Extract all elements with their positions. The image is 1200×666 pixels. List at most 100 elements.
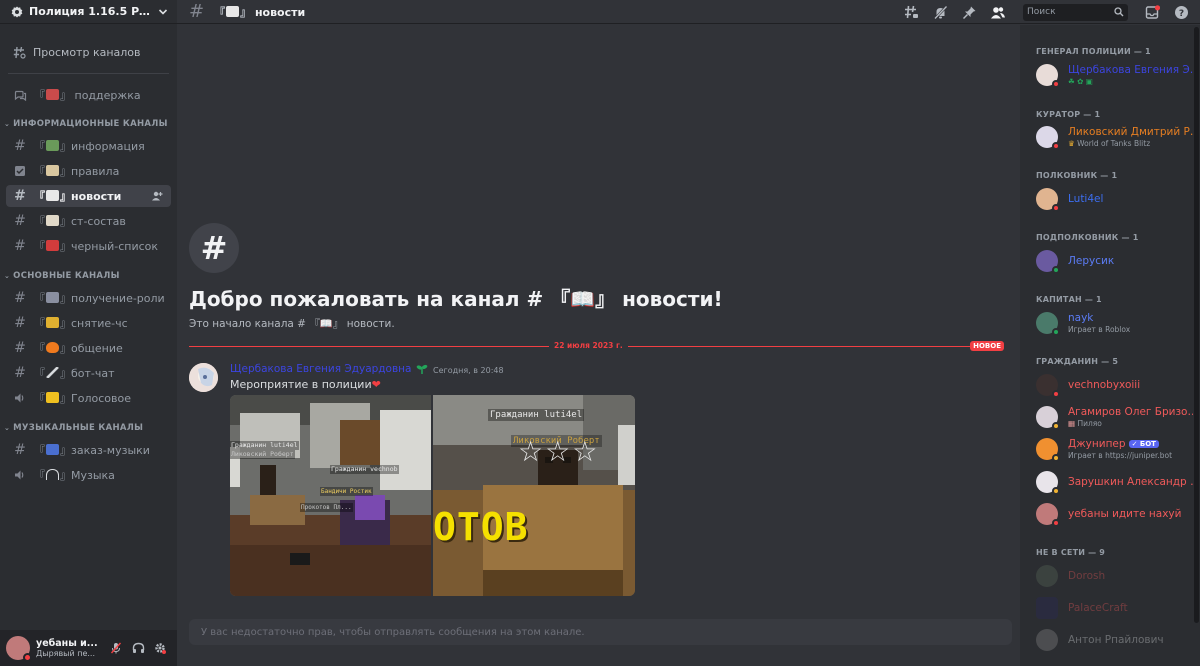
- deafen-button[interactable]: [127, 637, 149, 659]
- threads-icon: [904, 5, 918, 18]
- browse-channels-button[interactable]: Просмотр каналов: [6, 41, 171, 63]
- music-note-emoji-icon: [46, 444, 59, 455]
- avatar: [1036, 188, 1060, 212]
- date-label: 22 июля 2023 г.: [549, 341, 628, 350]
- channel-info[interactable]: # 『』информация: [6, 135, 171, 157]
- channel-label: новости: [71, 190, 122, 203]
- threads-button[interactable]: [898, 0, 924, 24]
- member-item[interactable]: nayk Играет в Roblox: [1036, 311, 1196, 336]
- member-list-scrollbar[interactable]: [1193, 25, 1200, 666]
- member-item[interactable]: Антон Рпайлович: [1036, 628, 1196, 652]
- member-item[interactable]: vechnobyxoiii: [1036, 373, 1196, 398]
- channel-chat[interactable]: # 『』общение: [6, 337, 171, 359]
- role-header: КУРАТОР — 1: [1036, 110, 1101, 119]
- avatar: [1036, 565, 1058, 587]
- custom-status-icons: ☘ ✿ ▣: [1068, 77, 1093, 86]
- avatar: [1036, 597, 1058, 619]
- channel-music-voice[interactable]: 『』Музыка: [6, 464, 171, 486]
- image-attachment[interactable]: Гражданин luti4el Ликовский Роберт Гражд…: [230, 395, 431, 596]
- hashtag-icon: #: [189, 223, 239, 273]
- help-button[interactable]: ?: [1168, 0, 1194, 24]
- avatar: [1036, 250, 1060, 274]
- server-header[interactable]: Полиция 1.16.5 Palac...: [0, 0, 177, 24]
- member-item[interactable]: Luti4el: [1036, 187, 1196, 212]
- heart-emoji-icon: ❤: [371, 378, 381, 391]
- member-item[interactable]: PalaceCraft: [1036, 596, 1196, 620]
- welcome-subtitle: Это начало канала # 『📖』 новости.: [189, 318, 395, 330]
- status-dnd-icon: [1052, 80, 1060, 88]
- mute-button[interactable]: [105, 637, 127, 659]
- inbox-button[interactable]: [1139, 0, 1165, 24]
- member-name: vechnobyxoiii: [1068, 379, 1141, 391]
- channel-get-role[interactable]: # 『』получение-роли: [6, 287, 171, 309]
- settings-button[interactable]: [149, 637, 171, 659]
- sprout-role-icon: [416, 364, 428, 374]
- overlay-text: Бандичи Ростик: [320, 487, 373, 496]
- search-placeholder: Поиск: [1027, 7, 1056, 17]
- message-author[interactable]: Щербакова Евгения Эдуардовна: [230, 363, 411, 375]
- wand-emoji-icon: [46, 292, 59, 303]
- overlay-text: ОТОВ: [433, 505, 529, 549]
- category-main[interactable]: ⌄ ОСНОВНЫЕ КАНАЛЫ: [0, 269, 177, 283]
- member-name: Ликовский Дмитрий Ромикович: [1068, 126, 1196, 138]
- hashtag-icon: #: [14, 442, 26, 458]
- scrollbar-thumb[interactable]: [1194, 27, 1199, 623]
- channel-label: снятие-чс: [71, 317, 128, 330]
- overlay-text: Прокотов Пл...: [300, 503, 353, 512]
- channel-music-order[interactable]: # 『』заказ-музыки: [6, 439, 171, 461]
- channel-label: ст-состав: [71, 215, 126, 228]
- member-item[interactable]: Зарушкин Александр Сергеевич: [1036, 470, 1196, 495]
- category-label: ОСНОВНЫЕ КАНАЛЫ: [13, 271, 120, 281]
- channel-support[interactable]: 『』 поддержка: [6, 84, 171, 106]
- channel-blacklist[interactable]: # 『』черный-список: [6, 235, 171, 257]
- member-activity: ☘ ✿ ▣: [1068, 77, 1196, 86]
- member-item[interactable]: уебаны идите нахуй: [1036, 502, 1196, 527]
- channel-staff[interactable]: # 『』ст-состав: [6, 210, 171, 232]
- member-activity: ♛ World of Tanks Blitz: [1068, 139, 1151, 148]
- channel-label: получение-роли: [71, 292, 165, 305]
- overlay-text: Гражданин luti4el Ликовский Роберт: [230, 441, 299, 459]
- member-name: nayk: [1068, 312, 1094, 324]
- channel-voice[interactable]: 『』Голосовое: [6, 387, 171, 409]
- hashtag-icon: #: [14, 188, 26, 204]
- role-header: ПОДПОЛКОВНИК — 1: [1036, 233, 1139, 242]
- member-item[interactable]: Джунипер ✓ БОТ Играет в https://juniper.b…: [1036, 437, 1196, 462]
- hashtag-icon: #: [14, 365, 26, 381]
- member-item[interactable]: Агамиров Олег Бризович ▦ Пиляо: [1036, 405, 1196, 430]
- member-item[interactable]: Ликовский Дмитрий Ромикович ♛ World of T…: [1036, 125, 1196, 150]
- notifications-button[interactable]: [927, 0, 953, 24]
- inbox-icon: [1145, 4, 1160, 19]
- channel-news[interactable]: # 『』новости: [6, 185, 171, 207]
- channel-remove-bl[interactable]: # 『』снятие-чс: [6, 312, 171, 334]
- channel-label: правила: [71, 165, 120, 178]
- category-music[interactable]: ⌄ МУЗЫКАЛЬНЫЕ КАНАЛЫ: [0, 421, 177, 435]
- channel-label: черный-список: [71, 240, 159, 253]
- channel-label: заказ-музыки: [71, 444, 150, 457]
- message-input[interactable]: У вас недостаточно прав, чтобы отправлят…: [189, 619, 1012, 645]
- channel-title: 『』 новости: [214, 5, 306, 19]
- lightning-emoji-icon: [46, 392, 59, 403]
- search-input[interactable]: Поиск: [1023, 3, 1128, 21]
- bot-badge: ✓ БОТ: [1128, 440, 1159, 448]
- avatar[interactable]: [6, 636, 32, 662]
- pinned-button[interactable]: [956, 0, 982, 24]
- status-dnd-icon: [1052, 142, 1060, 150]
- avatar: [1036, 471, 1060, 495]
- status-idle-icon: [1052, 487, 1060, 495]
- role-header: ГРАЖДАНИН — 5: [1036, 357, 1119, 366]
- chevron-down-icon: ⌄: [4, 120, 11, 128]
- new-badge: НОВОЕ: [970, 341, 1004, 351]
- avatar[interactable]: [189, 363, 218, 392]
- member-name: Luti4el: [1068, 193, 1104, 205]
- category-info[interactable]: ⌄ ИНФОРМАЦИОННЫЕ КАНАЛЫ: [0, 117, 177, 131]
- image-attachment[interactable]: Гражданин luti4el Ликовский Роберт ☆☆☆ О…: [433, 395, 635, 596]
- gear-icon: [155, 643, 166, 654]
- add-member-icon[interactable]: [151, 190, 163, 202]
- channel-rules[interactable]: 『』правила: [6, 160, 171, 182]
- message-area: # Добро пожаловать на канал # 『📖』 новост…: [177, 25, 1020, 666]
- channel-bot-chat[interactable]: # 『』бот-чат: [6, 362, 171, 384]
- member-item[interactable]: Щербакова Евгения Эдуардовна ☘ ✿ ▣: [1036, 63, 1196, 88]
- member-item[interactable]: Лерусик: [1036, 249, 1196, 274]
- member-item[interactable]: Dorosh: [1036, 564, 1196, 588]
- member-list-button[interactable]: [985, 0, 1011, 24]
